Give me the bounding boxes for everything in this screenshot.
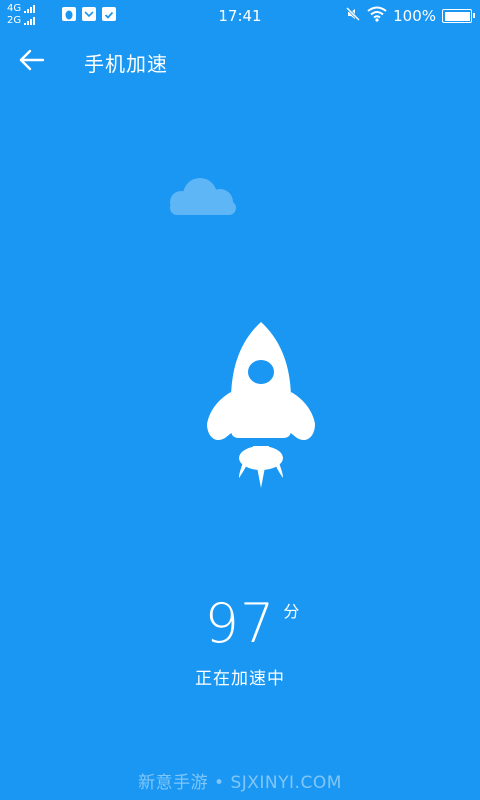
mute-icon <box>345 6 361 26</box>
arrow-left-icon <box>19 49 45 71</box>
status-text: 正在加速中 <box>195 669 285 689</box>
score-display: 97 分 <box>0 592 480 655</box>
system-indicators: 100% <box>345 6 475 26</box>
status-bar: 4G 2G 17:41 100% <box>0 0 480 32</box>
rocket-icon <box>207 322 315 488</box>
score-unit: 分 <box>283 602 301 621</box>
score-number: 97 <box>204 592 276 655</box>
battery-icon <box>442 9 475 23</box>
battery-fill <box>444 11 470 21</box>
app-bar: 手机加速 <box>0 36 480 86</box>
back-button[interactable] <box>16 44 48 76</box>
watermark: 新意手游 • SJXINYI.COM <box>138 773 342 793</box>
score-value: 97 分 <box>204 592 300 655</box>
page-title: 手机加速 <box>84 52 168 76</box>
battery-percent: 100% <box>393 7 436 25</box>
cloud-icon <box>170 178 236 215</box>
wifi-icon <box>367 6 387 26</box>
